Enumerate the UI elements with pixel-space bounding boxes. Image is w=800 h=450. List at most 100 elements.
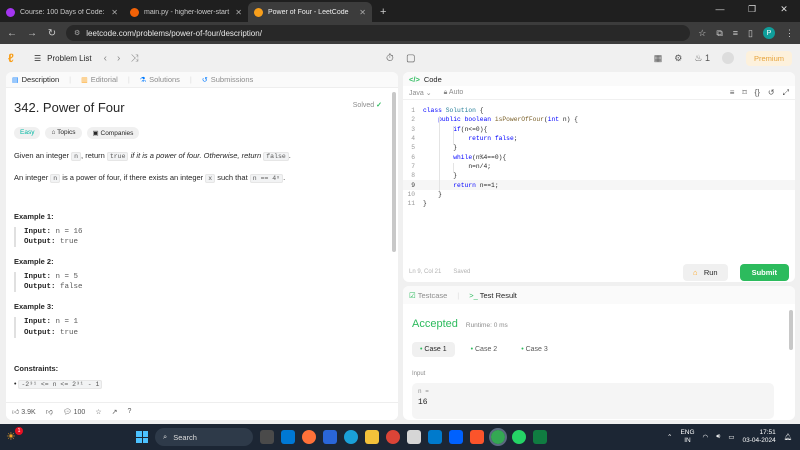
chrome-active-icon[interactable] (489, 428, 507, 446)
weather-widget[interactable]: ☀ 1 (6, 427, 24, 444)
notification-badge: 1 (15, 427, 23, 435)
url-bar[interactable]: ⚙ leetcode.com/problems/power-of-four/de… (66, 25, 691, 41)
topics-button[interactable]: ⌂ Topics (45, 127, 82, 139)
whatsapp-icon[interactable] (512, 430, 526, 444)
code-editor[interactable]: 1 class Solution { 2 public boolean isPow… (403, 100, 795, 264)
volume-icon[interactable]: 🔊︎ (716, 433, 720, 441)
streak-counter[interactable]: ♨ 1 (694, 53, 710, 64)
minimize-icon[interactable]: — (704, 0, 736, 18)
tab-editorial[interactable]: ▥ Editorial (81, 75, 118, 84)
browser-tab-course[interactable]: Course: 100 Days of Code: The ✕ (0, 2, 124, 22)
problem-title[interactable]: 342. Power of Four (14, 100, 390, 115)
companies-button[interactable]: ▣ Companies (86, 127, 140, 139)
comments-button[interactable]: 💬︎ 100 (63, 408, 86, 416)
console-icon: ⌂ (693, 267, 698, 277)
tab-testcase[interactable]: ☑ Testcase (409, 291, 447, 300)
tab-submissions[interactable]: ↺ Submissions (202, 75, 253, 84)
test-scrollbar[interactable] (789, 310, 793, 350)
code-line-current: 9 return n==1; (403, 180, 795, 190)
panel-divider[interactable] (399, 72, 402, 420)
chrome-icon[interactable] (386, 430, 400, 444)
language-select[interactable]: Java ⌄ (409, 89, 432, 97)
example-input: n = 16 (55, 227, 83, 236)
tab-label: Testcase (417, 290, 448, 300)
maximize-icon[interactable]: ❐ (736, 0, 768, 18)
taskbar-search[interactable]: ⌕ Search (155, 428, 253, 446)
file-explorer-icon[interactable] (365, 430, 379, 444)
note-icon[interactable]: ▢ (406, 53, 415, 64)
layout-icon[interactable]: ▦ (654, 53, 663, 64)
case-tab[interactable]: • Case 3 (513, 342, 556, 357)
notifications-icon[interactable]: 🔔︎ (784, 433, 792, 441)
excel-icon[interactable] (533, 430, 547, 444)
shuffle-icon[interactable]: ⤨ (130, 53, 138, 64)
media-icon[interactable]: ≡ (733, 28, 738, 38)
store-icon[interactable] (323, 430, 337, 444)
forward-icon[interactable]: → (26, 28, 38, 39)
menu-icon[interactable]: ⋮ (785, 28, 794, 39)
wifi-icon[interactable]: ◠ (703, 433, 709, 441)
expand-icon[interactable]: ⤢ (783, 88, 789, 98)
brave-icon[interactable] (470, 430, 484, 444)
format-icon[interactable]: ≡ (730, 88, 735, 98)
extensions-icon[interactable]: ⧉ (716, 28, 722, 39)
user-avatar[interactable] (721, 52, 734, 64)
cursor-position: Ln 9, Col 21 (409, 269, 442, 275)
close-tab-icon[interactable]: ✕ (235, 8, 242, 17)
timer-icon[interactable]: ⏱ (386, 53, 394, 64)
dislike-icon[interactable]: 👎︎ (46, 407, 53, 416)
clock[interactable]: 17:51 03-04-2024 (742, 429, 775, 445)
bookmark-icon[interactable]: ⌑ (742, 88, 746, 98)
help-icon[interactable]: ? (127, 408, 131, 415)
indent-guide (439, 116, 440, 191)
tray-chevron-icon[interactable]: ⌃ (667, 433, 672, 441)
chat-icon[interactable] (281, 430, 295, 444)
new-tab-button[interactable]: + (372, 6, 394, 22)
site-info-icon[interactable]: ⚙ (74, 29, 80, 37)
reset-icon[interactable]: ↺ (768, 88, 775, 98)
battery-icon[interactable]: ▭ (728, 433, 734, 441)
close-tab-icon[interactable]: ✕ (359, 8, 366, 17)
run-button[interactable]: ⌂ Run (683, 263, 728, 281)
leetcode-logo-icon[interactable]: ℓ (8, 51, 20, 65)
next-problem-icon[interactable]: › (117, 53, 120, 64)
search-icon: ⌕ (163, 432, 168, 441)
tab-description[interactable]: ▤ Description (12, 75, 59, 84)
tab-test-result[interactable]: >_ Test Result (469, 291, 517, 300)
firefox-icon[interactable] (302, 430, 316, 444)
submit-button[interactable]: Submit (739, 263, 789, 281)
tab-label: Solutions (149, 75, 180, 84)
autocomplete-toggle[interactable]: 🔒︎ Auto (444, 89, 464, 97)
share-icon[interactable]: ↗ (112, 408, 118, 416)
inline-code: true (106, 152, 129, 161)
problem-tags: Easy ⌂ Topics ▣ Companies (14, 127, 390, 139)
browser-tab-replit[interactable]: main.py - higher-lower-start - R ✕ (124, 2, 248, 22)
app-icon[interactable] (407, 430, 421, 444)
language-indicator[interactable]: ENG IN (680, 429, 694, 445)
browser-tab-leetcode[interactable]: Power of Four - LeetCode ✕ (248, 2, 372, 22)
bookmark-star-icon[interactable]: ☆ (698, 28, 706, 39)
premium-button[interactable]: Premium (745, 50, 792, 66)
prev-problem-icon[interactable]: ‹ (104, 53, 107, 64)
sidepanel-icon[interactable]: ▯ (748, 28, 753, 39)
like-button[interactable]: 👍︎ 3.9K (12, 407, 36, 416)
vscode-icon[interactable] (428, 430, 442, 444)
example-output: true (60, 328, 79, 337)
tab-solutions[interactable]: ⚗ Solutions (140, 75, 180, 84)
close-tab-icon[interactable]: ✕ (111, 8, 118, 17)
description-scrollbar[interactable] (392, 92, 396, 252)
reload-icon[interactable]: ↻ (46, 28, 58, 39)
windows-start-icon[interactable] (136, 431, 148, 443)
edge-icon[interactable] (344, 430, 358, 444)
braces-icon[interactable]: {} (755, 88, 760, 98)
problem-list-button[interactable]: ☰ Problem List (34, 54, 92, 63)
close-window-icon[interactable]: ✕ (768, 0, 800, 18)
task-view-icon[interactable] (260, 430, 274, 444)
case-tab[interactable]: • Case 1 (412, 342, 455, 357)
back-icon[interactable]: ← (6, 28, 18, 39)
profile-avatar[interactable]: P (763, 27, 775, 39)
dropbox-icon[interactable] (449, 430, 463, 444)
settings-icon[interactable]: ⚙ (674, 53, 682, 64)
favorite-star-icon[interactable]: ☆ (95, 408, 101, 416)
case-tab[interactable]: • Case 2 (463, 342, 506, 357)
